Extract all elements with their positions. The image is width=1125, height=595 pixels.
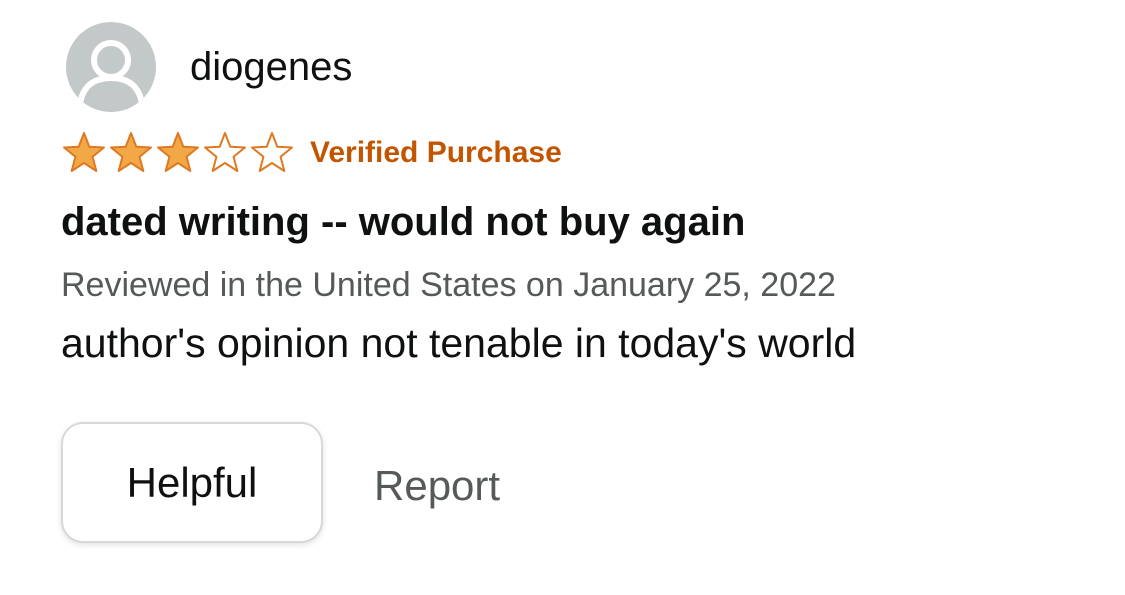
user-icon: [77, 40, 145, 107]
star-filled-icon: [63, 132, 105, 172]
star-filled-icon: [157, 132, 199, 172]
review-card: diogenes Verified Purchase dated writing…: [0, 0, 1125, 595]
avatar[interactable]: [66, 22, 156, 112]
verified-purchase-badge[interactable]: Verified Purchase: [310, 132, 562, 174]
rating-row: Verified Purchase: [60, 132, 562, 174]
star-empty-icon: [251, 132, 293, 172]
reviewer-name[interactable]: diogenes: [190, 43, 352, 91]
helpful-button[interactable]: Helpful: [61, 422, 323, 543]
star-rating[interactable]: [60, 132, 295, 174]
review-title: dated writing -- would not buy again: [61, 200, 746, 244]
review-body: author's opinion not tenable in today's …: [61, 320, 857, 366]
star-empty-icon: [204, 132, 246, 172]
review-meta: Reviewed in the United States on January…: [61, 266, 836, 304]
star-filled-icon: [110, 132, 152, 172]
report-link[interactable]: Report: [374, 458, 500, 514]
